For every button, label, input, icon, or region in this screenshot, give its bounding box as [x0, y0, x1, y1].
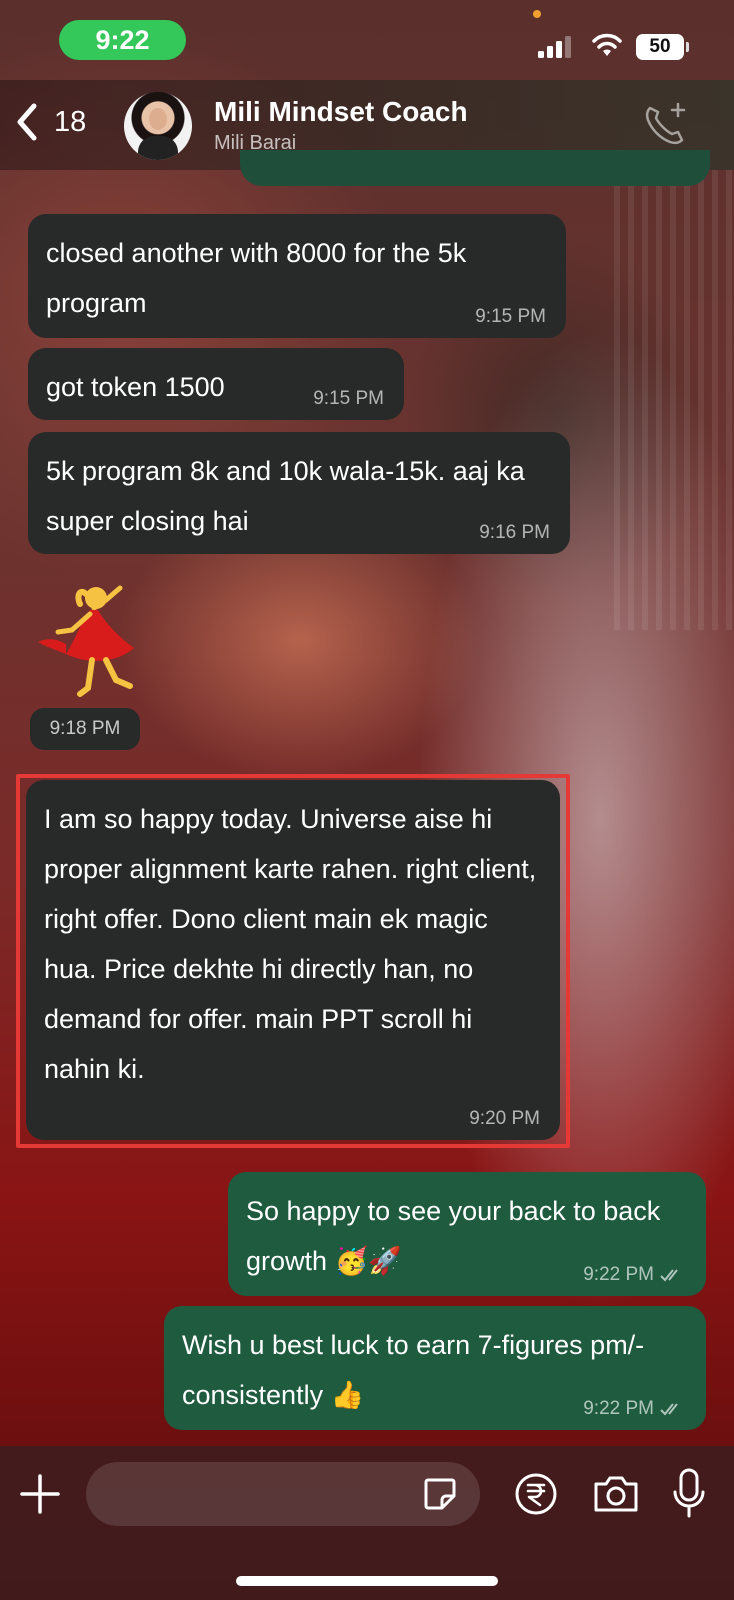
rupee-payment-icon[interactable]	[514, 1472, 558, 1516]
message-time: 9:16 PM	[479, 522, 550, 543]
message-time: 9:22 PM	[583, 1398, 686, 1420]
cellular-signal-icon	[538, 36, 571, 58]
message-time: 9:15 PM	[313, 388, 384, 409]
message-text: 5k program 8k and 10k wala-15k. aaj ka s…	[46, 456, 525, 536]
back-button[interactable]: 18	[14, 102, 86, 142]
sticker-icon[interactable]	[422, 1476, 458, 1512]
message-time-label: 9:22 PM	[583, 1264, 654, 1285]
message-bubble-incoming[interactable]: got token 1500 9:15 PM	[28, 348, 404, 420]
contact-name[interactable]: Mili Mindset Coach	[214, 96, 468, 128]
wifi-icon	[592, 33, 622, 56]
privacy-indicator-dot	[533, 10, 541, 18]
chevron-left-icon	[17, 103, 37, 141]
unread-count: 18	[54, 105, 87, 138]
read-receipt-icon	[660, 1269, 678, 1282]
message-time: 9:22 PM	[583, 1264, 686, 1286]
microphone-icon[interactable]	[672, 1468, 706, 1520]
message-time: 9:18 PM	[30, 708, 140, 750]
dancer-emoji[interactable]	[36, 580, 140, 700]
status-bar: 9:22 50	[0, 0, 734, 80]
wallpaper-detail	[614, 170, 734, 630]
camera-icon[interactable]	[592, 1472, 640, 1516]
message-bubble-outgoing[interactable]: Wish u best luck to earn 7-figures pm/- …	[164, 1306, 706, 1430]
message-input[interactable]	[86, 1462, 480, 1526]
read-receipt-icon	[660, 1403, 678, 1416]
add-call-icon[interactable]	[640, 100, 688, 148]
message-bubble-incoming[interactable]: closed another with 8000 for the 5k prog…	[28, 214, 566, 338]
message-bubble-outgoing[interactable]: So happy to see your back to back growth…	[228, 1172, 706, 1296]
message-time: 9:15 PM	[475, 306, 546, 327]
message-text: closed another with 8000 for the 5k prog…	[46, 238, 467, 318]
avatar[interactable]	[124, 92, 192, 160]
previous-message-partial	[240, 150, 710, 186]
battery-level: 50	[649, 36, 671, 57]
plus-icon[interactable]	[20, 1474, 60, 1514]
highlight-annotation-box	[16, 774, 570, 1148]
home-indicator[interactable]	[236, 1576, 498, 1586]
status-time: 9:22	[59, 20, 186, 60]
battery-icon: 50	[636, 34, 689, 60]
message-bubble-incoming[interactable]: 5k program 8k and 10k wala-15k. aaj ka s…	[28, 432, 570, 554]
message-time-label: 9:22 PM	[583, 1398, 654, 1419]
